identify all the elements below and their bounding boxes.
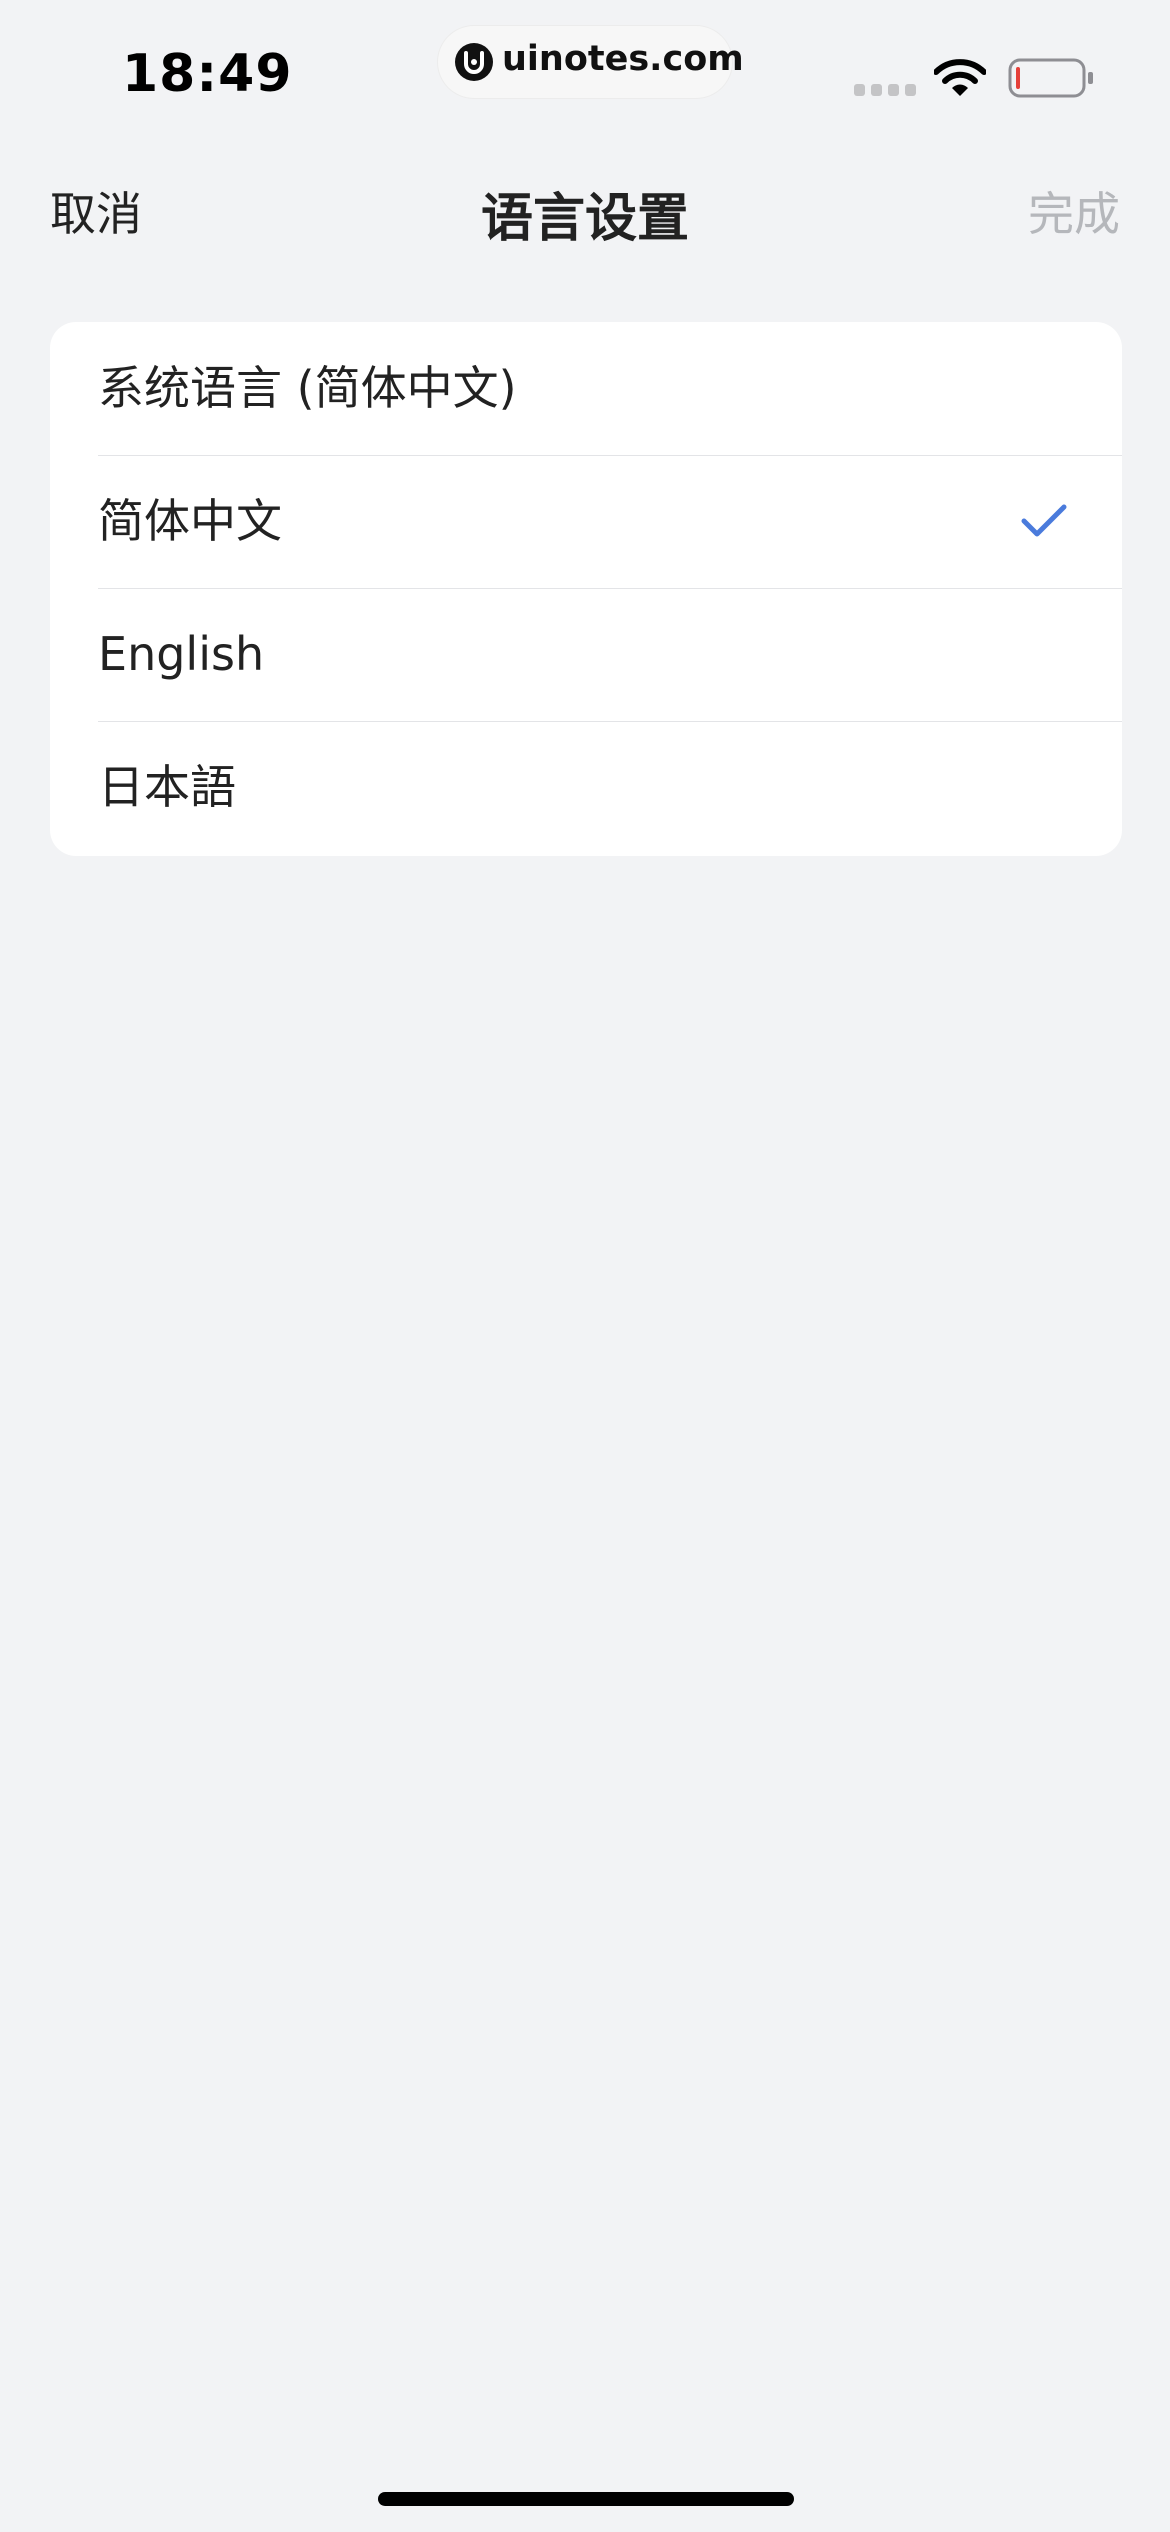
done-button[interactable]: 完成 bbox=[1028, 178, 1120, 244]
home-indicator[interactable] bbox=[378, 2492, 794, 2506]
uinotes-logo-icon bbox=[455, 43, 493, 81]
language-option-label: 日本語 bbox=[98, 760, 236, 814]
page-title: 语言设置 bbox=[480, 189, 689, 249]
language-list: 系统语言 (简体中文) 简体中文 English 日本語 bbox=[50, 322, 1122, 856]
signal-icon bbox=[854, 84, 916, 96]
language-option-simplified-chinese[interactable]: 简体中文 bbox=[50, 455, 1122, 588]
status-time: 18:49 bbox=[122, 44, 293, 104]
checkmark-icon bbox=[1021, 504, 1067, 537]
language-option-english[interactable]: English bbox=[50, 588, 1122, 721]
wifi-icon bbox=[934, 59, 986, 96]
language-option-label: 简体中文 bbox=[98, 494, 282, 548]
watermark-badge: uinotes.com bbox=[438, 26, 744, 98]
watermark-text: uinotes.com bbox=[502, 39, 744, 79]
language-option-japanese[interactable]: 日本語 bbox=[50, 721, 1122, 854]
battery-icon bbox=[1008, 58, 1093, 98]
status-bar: 18:49 uinotes.com bbox=[0, 0, 1170, 140]
language-option-label: English bbox=[98, 627, 265, 681]
navigation-bar: 取消 语言设置 完成 bbox=[0, 160, 1170, 256]
language-option-label: 系统语言 (简体中文) bbox=[98, 361, 517, 415]
language-option-system[interactable]: 系统语言 (简体中文) bbox=[50, 322, 1122, 455]
